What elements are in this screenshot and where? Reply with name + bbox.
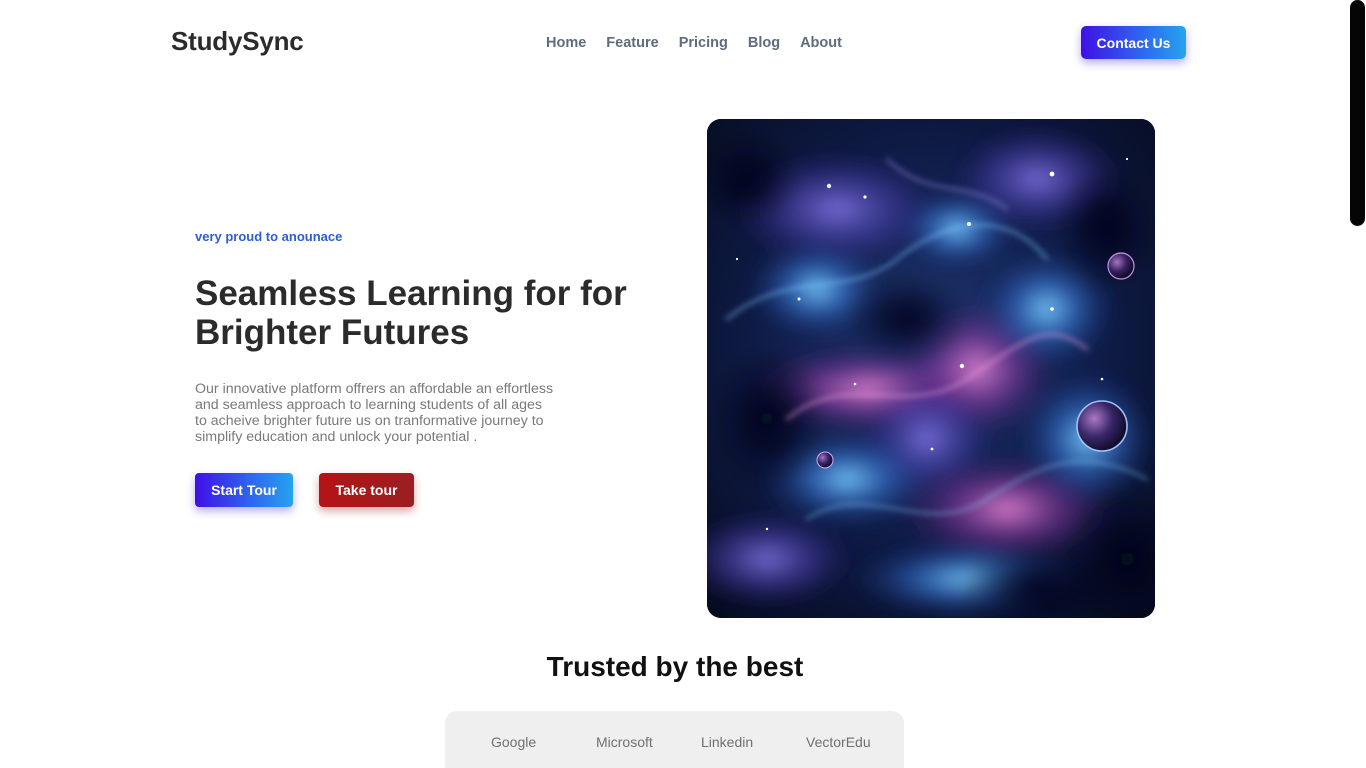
hero-tagline: very proud to anounace — [195, 229, 343, 244]
hero-title: Seamless Learning for for Brighter Futur… — [195, 274, 627, 352]
page-scrollbar[interactable] — [1349, 0, 1366, 768]
hero-image — [707, 119, 1155, 618]
partner-logos-panel: Google Microsoft Linkedin VectorEdu — [445, 711, 904, 768]
hero-description: Our innovative platform offrers an affor… — [195, 381, 554, 445]
nav-about[interactable]: About — [800, 35, 842, 51]
logo-microsoft: Microsoft — [596, 734, 653, 750]
nav-blog[interactable]: Blog — [748, 35, 780, 51]
trusted-title: Trusted by the best — [546, 651, 804, 682]
logo-linkedin: Linkedin — [701, 734, 754, 750]
scrollbar-thumb[interactable] — [1350, 0, 1365, 226]
main-nav: Home Feature Pricing Blog About — [546, 35, 842, 51]
logo-vectoredu: VectorEdu — [806, 734, 871, 750]
space-nebula-illustration — [707, 119, 1155, 618]
take-tour-button[interactable]: Take tour — [319, 473, 414, 507]
nav-home[interactable]: Home — [546, 35, 586, 51]
contact-us-button[interactable]: Contact Us — [1081, 26, 1186, 59]
start-tour-button[interactable]: Start Tour — [195, 473, 293, 507]
nav-feature[interactable]: Feature — [606, 35, 658, 51]
logo-google: Google — [491, 734, 537, 750]
nav-pricing[interactable]: Pricing — [679, 35, 728, 51]
brand-logo[interactable]: StudySync — [171, 26, 304, 57]
